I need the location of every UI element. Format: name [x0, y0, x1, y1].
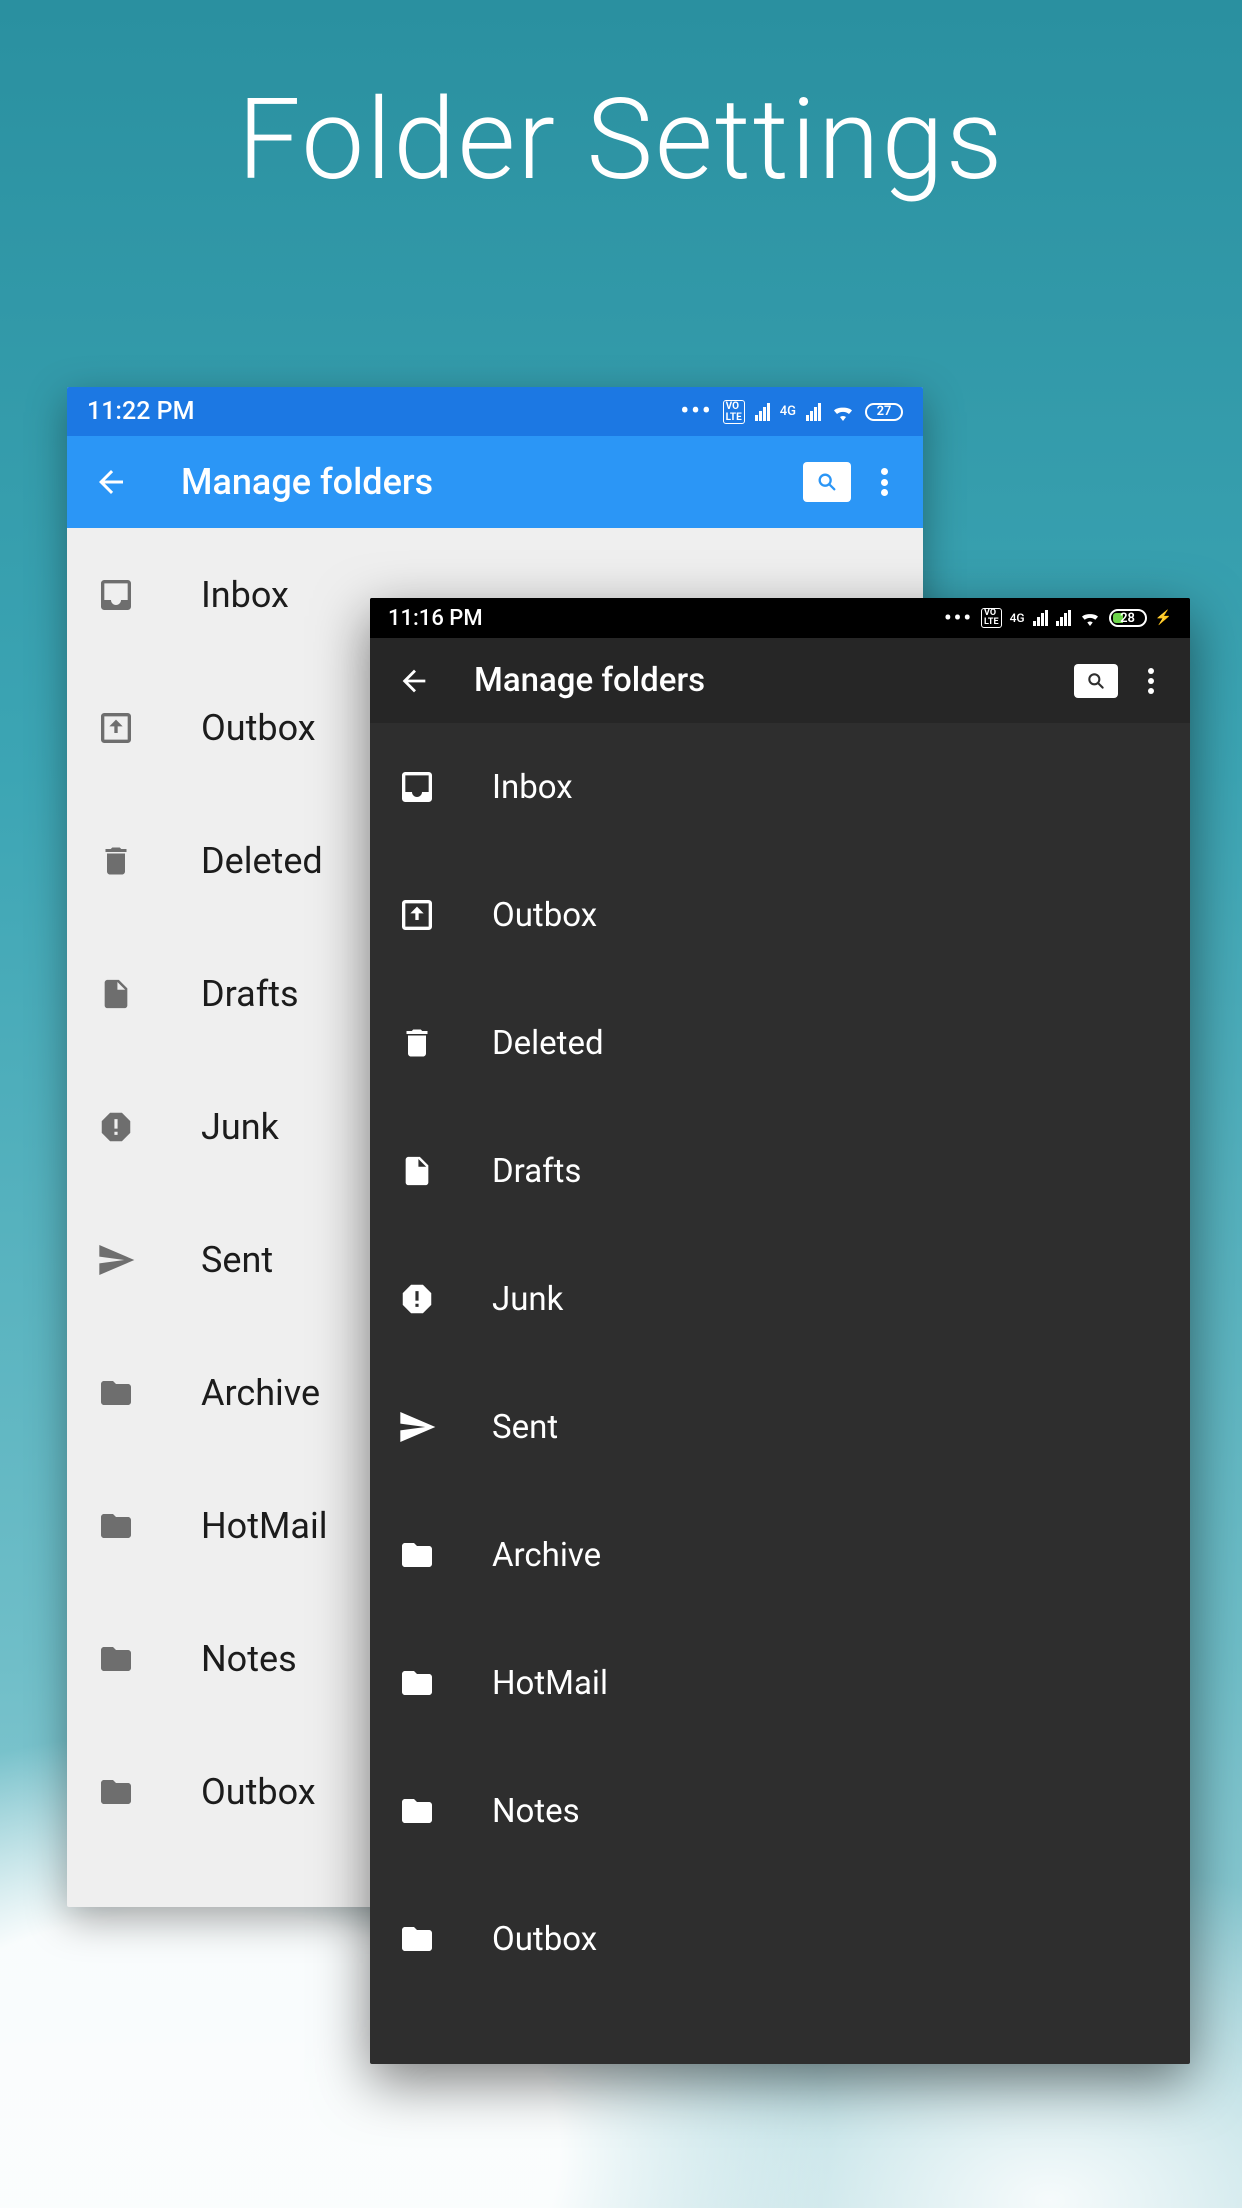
signal-icon	[1033, 610, 1048, 626]
folder-icon	[91, 1375, 141, 1411]
folder-label: Drafts	[492, 1152, 581, 1191]
charging-icon: ⚡	[1155, 610, 1172, 626]
folder-label: Inbox	[201, 574, 289, 616]
signal-icon-2	[806, 403, 821, 421]
outbox-icon	[394, 895, 440, 935]
folder-item-junk[interactable]: Junk	[370, 1235, 1190, 1363]
folder-icon	[394, 1921, 440, 1957]
folders-list-dark: Inbox Outbox Deleted Drafts Junk Sent Archive H…	[370, 723, 1190, 2003]
signal-icon-2	[1056, 610, 1071, 626]
inbox-icon	[394, 767, 440, 807]
folder-item-hotmail[interactable]: HotMail	[370, 1619, 1190, 1747]
search-folders-button[interactable]	[803, 462, 851, 502]
folder-label: Notes	[201, 1638, 297, 1680]
app-bar-dark: Manage folders	[370, 638, 1190, 723]
folder-search-icon	[1086, 671, 1106, 691]
junk-icon	[91, 1108, 141, 1146]
volte-icon: VOLTE	[723, 400, 745, 424]
status-bar-light: 11:22 PM ••• VOLTE 4G 27	[67, 387, 923, 436]
folder-label: Inbox	[492, 768, 573, 807]
phone-dark: 11:16 PM ••• VOLTE 4G 28 ⚡ Manage folder…	[370, 598, 1190, 2064]
folder-label: HotMail	[201, 1505, 328, 1547]
folder-label: Outbox	[492, 896, 597, 935]
battery-icon: 28	[1109, 609, 1147, 627]
folder-label: HotMail	[492, 1664, 608, 1703]
more-menu-button[interactable]	[1148, 663, 1158, 699]
folder-label: Archive	[201, 1372, 320, 1414]
folder-icon	[394, 1665, 440, 1701]
folder-item-sent[interactable]: Sent	[370, 1363, 1190, 1491]
folder-label: Archive	[492, 1536, 601, 1575]
battery-icon: 27	[865, 403, 903, 421]
signal-icon	[755, 403, 770, 421]
folder-item-outbox[interactable]: Outbox	[370, 851, 1190, 979]
more-menu-button[interactable]	[881, 462, 893, 502]
wifi-icon	[1079, 610, 1101, 626]
appbar-title: Manage folders	[474, 661, 705, 700]
folder-label: Junk	[201, 1106, 279, 1148]
folder-item-inbox[interactable]: Inbox	[370, 723, 1190, 851]
more-dots-icon: •••	[680, 397, 712, 426]
wifi-icon	[831, 403, 855, 421]
folder-label: Outbox	[201, 1771, 316, 1813]
outbox-icon	[91, 708, 141, 748]
folder-label: Drafts	[201, 973, 299, 1015]
status-icons: ••• VOLTE 4G 27	[680, 397, 903, 426]
folder-label: Sent	[201, 1239, 273, 1281]
trash-icon	[394, 1023, 440, 1063]
status-bar-dark: 11:16 PM ••• VOLTE 4G 28 ⚡	[370, 598, 1190, 638]
folder-item-outbox[interactable]: Outbox	[370, 1875, 1190, 2003]
folder-icon	[91, 1508, 141, 1544]
back-button[interactable]	[394, 661, 434, 701]
arrow-left-icon	[93, 464, 129, 500]
sent-icon	[91, 1240, 141, 1280]
folder-label: Deleted	[492, 1024, 604, 1063]
network-label: 4G	[780, 404, 796, 419]
folder-label: Junk	[492, 1280, 563, 1319]
folder-icon	[91, 1641, 141, 1677]
folder-icon	[91, 1774, 141, 1810]
status-icons: ••• VOLTE 4G 28 ⚡	[944, 606, 1172, 631]
volte-icon: VOLTE	[981, 608, 1002, 628]
back-button[interactable]	[91, 462, 131, 502]
status-time: 11:16 PM	[388, 606, 483, 631]
arrow-left-icon	[397, 664, 431, 698]
promo-background: Folder Settings 11:22 PM ••• VOLTE 4G 27…	[0, 0, 1242, 2208]
folder-label: Outbox	[492, 1920, 597, 1959]
search-folders-button[interactable]	[1074, 664, 1118, 698]
status-time: 11:22 PM	[87, 397, 194, 426]
file-icon	[394, 1151, 440, 1191]
appbar-title: Manage folders	[181, 461, 433, 503]
folder-icon	[394, 1793, 440, 1829]
folder-label: Deleted	[201, 840, 323, 882]
network-label: 4G	[1010, 611, 1025, 625]
folder-search-icon	[816, 471, 838, 493]
file-icon	[91, 974, 141, 1014]
page-title: Folder Settings	[0, 75, 1242, 206]
folder-item-archive[interactable]: Archive	[370, 1491, 1190, 1619]
folder-item-notes[interactable]: Notes	[370, 1747, 1190, 1875]
folder-item-deleted[interactable]: Deleted	[370, 979, 1190, 1107]
trash-icon	[91, 841, 141, 881]
app-bar-light: Manage folders	[67, 436, 923, 528]
folder-label: Outbox	[201, 707, 316, 749]
folder-item-drafts[interactable]: Drafts	[370, 1107, 1190, 1235]
more-dots-icon: •••	[944, 606, 973, 631]
folder-icon	[394, 1537, 440, 1573]
junk-icon	[394, 1280, 440, 1318]
inbox-icon	[91, 575, 141, 615]
folder-label: Sent	[492, 1408, 558, 1447]
sent-icon	[394, 1407, 440, 1447]
folder-label: Notes	[492, 1792, 580, 1831]
